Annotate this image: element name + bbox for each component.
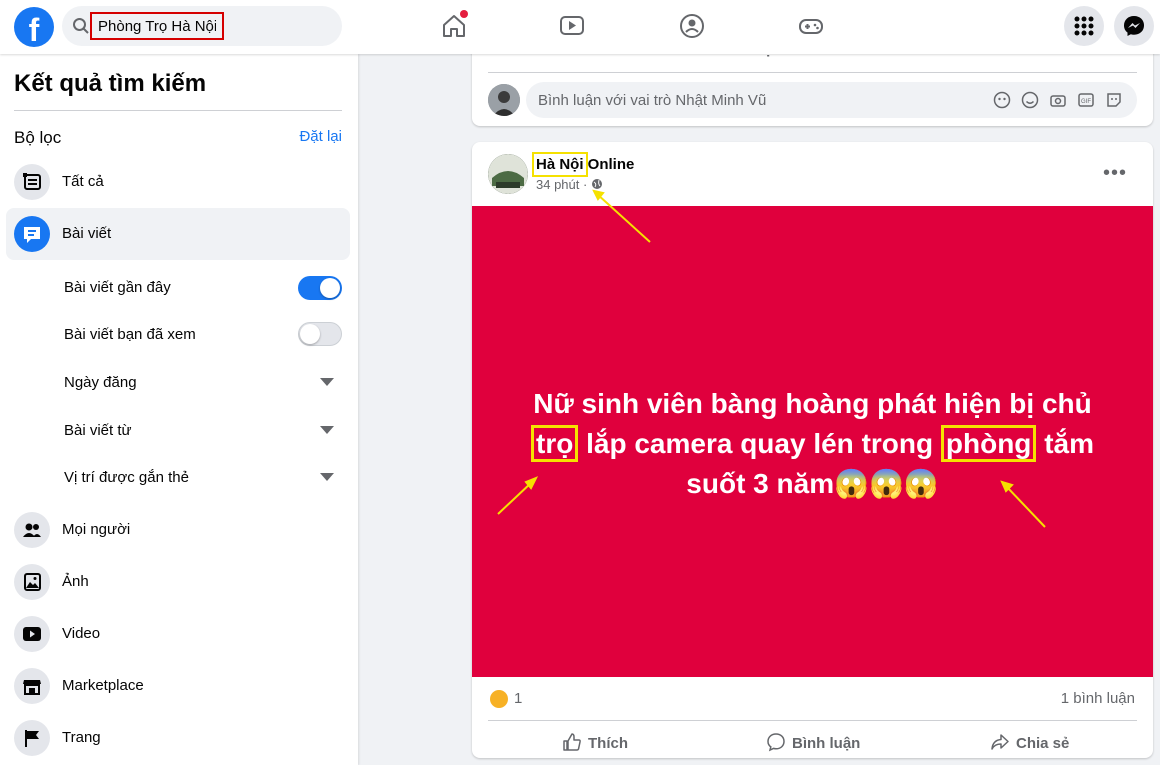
groups-icon[interactable] xyxy=(678,12,706,40)
menu-grid-button[interactable] xyxy=(1064,6,1104,46)
seen-posts-toggle[interactable] xyxy=(298,322,342,346)
search-results-sidebar: Kết quả tìm kiếm Bộ lọc Đặt lại Tất cả B… xyxy=(0,54,358,765)
page-avatar[interactable] xyxy=(488,154,528,194)
filter-seen-posts: Bài viết bạn đã xem xyxy=(64,326,196,343)
comment-label: Bình luận xyxy=(792,735,861,752)
post-headline: Nữ sinh viên bàng hoàng phát hiện bị chủ… xyxy=(492,384,1133,504)
share-label: Chia sẻ xyxy=(1016,735,1070,752)
post-timestamp[interactable]: 34 phút · xyxy=(536,177,603,192)
reaction-count: 1 xyxy=(514,690,523,707)
chevron-down-icon[interactable] xyxy=(320,378,334,386)
top-navigation-bar: f xyxy=(0,0,1160,54)
sidebar-item-label: Ảnh xyxy=(62,573,89,590)
menu-grid-icon xyxy=(1074,16,1094,36)
sidebar-item-label: Video xyxy=(62,625,101,642)
globe-icon xyxy=(591,179,602,189)
sidebar-item-label: Tất cả xyxy=(62,173,104,190)
reaction-summary[interactable]: 1 xyxy=(490,690,523,709)
post-card: Hà Nội Online 34 phút · ••• Nữ sinh viên… xyxy=(472,142,1153,758)
highlighted-word-tro: trọ xyxy=(531,425,579,462)
toggle-knob xyxy=(300,324,320,344)
recent-posts-toggle[interactable] xyxy=(298,276,342,300)
headline-line-2: trọ lắp camera quay lén trong phòng tắm xyxy=(492,424,1133,464)
divider xyxy=(488,72,1137,73)
wow-reaction-icon xyxy=(490,690,508,709)
avatar-sticker-icon[interactable] xyxy=(993,91,1011,109)
svg-text:GIF: GIF xyxy=(1081,99,1091,105)
sidebar-item-people[interactable]: Mọi người xyxy=(6,504,350,556)
pages-flag-icon xyxy=(14,720,50,756)
divider xyxy=(488,720,1137,721)
headline-line-2-mid: lắp camera quay lén trong xyxy=(578,428,941,459)
camera-icon[interactable] xyxy=(1049,91,1067,109)
like-icon xyxy=(563,733,581,751)
comments-count[interactable]: 1 bình luận xyxy=(1061,690,1135,707)
search-input[interactable] xyxy=(90,12,224,40)
all-results-icon xyxy=(14,164,50,200)
photos-icon xyxy=(14,564,50,600)
filter-date-posted[interactable]: Ngày đăng xyxy=(64,374,137,391)
search-icon xyxy=(73,18,89,34)
toggle-knob xyxy=(320,278,340,298)
reset-filters-link[interactable]: Đặt lại xyxy=(299,128,342,145)
people-icon xyxy=(14,512,50,548)
sidebar-title: Kết quả tìm kiếm xyxy=(14,70,207,97)
messenger-icon xyxy=(1124,16,1144,36)
posts-icon xyxy=(14,216,50,252)
highlighted-word-phong: phòng xyxy=(940,425,1037,462)
sidebar-item-label: Marketplace xyxy=(62,677,144,694)
marketplace-icon xyxy=(14,668,50,704)
like-button[interactable]: Thích xyxy=(562,732,628,752)
filter-tagged-location[interactable]: Vị trí được gắn thẻ xyxy=(64,469,189,486)
comment-button[interactable]: Bình luận xyxy=(766,732,860,752)
sidebar-item-photos[interactable]: Ảnh xyxy=(6,556,350,608)
highlighted-page-name: Hà Nội xyxy=(532,152,588,177)
chevron-down-icon[interactable] xyxy=(320,473,334,481)
avatar[interactable] xyxy=(488,84,520,116)
filter-label: Bộ lọc xyxy=(14,128,62,147)
page-name[interactable]: Hà Nội Online xyxy=(532,152,635,177)
share-icon xyxy=(991,734,1009,750)
sticker-icon[interactable] xyxy=(1105,91,1123,109)
page-name-rest: Online xyxy=(583,156,635,173)
share-button[interactable]: Chia sẻ xyxy=(990,732,1069,752)
video-icon xyxy=(14,616,50,652)
video-icon[interactable] xyxy=(558,12,586,40)
sidebar-item-video[interactable]: Video xyxy=(6,608,350,660)
gaming-icon[interactable] xyxy=(797,12,825,40)
gif-icon[interactable]: GIF xyxy=(1077,91,1095,109)
facebook-logo-icon[interactable]: f xyxy=(14,7,54,47)
sidebar-item-label: Trang xyxy=(62,729,101,746)
sidebar-item-all[interactable]: Tất cả xyxy=(6,156,350,208)
notification-dot xyxy=(460,10,468,18)
sidebar-divider xyxy=(14,110,342,111)
comment-tools: GIF xyxy=(993,91,1123,109)
headline-line-1: Nữ sinh viên bàng hoàng phát hiện bị chủ xyxy=(533,388,1092,419)
comment-placeholder: Bình luận với vai trò Nhật Minh Vũ xyxy=(538,92,767,109)
post-time-text: 34 phút · xyxy=(536,177,588,192)
filter-recent-posts: Bài viết gần đây xyxy=(64,279,171,296)
sidebar-item-posts[interactable]: Bài viết xyxy=(6,208,350,260)
comment-icon xyxy=(767,733,785,752)
post-image[interactable]: Nữ sinh viên bàng hoàng phát hiện bị chủ… xyxy=(472,206,1153,677)
sidebar-item-pages[interactable]: Trang xyxy=(6,712,350,764)
chevron-down-icon[interactable] xyxy=(320,426,334,434)
comment-input[interactable]: Bình luận với vai trò Nhật Minh Vũ GIF xyxy=(526,82,1137,118)
headline-line-2-end: tắm xyxy=(1036,428,1094,459)
headline-line-3: suốt 3 năm😱😱😱 xyxy=(686,468,939,499)
messenger-button[interactable] xyxy=(1114,6,1154,46)
sidebar-item-label: Mọi người xyxy=(62,521,131,538)
filter-posts-from[interactable]: Bài viết từ xyxy=(64,422,132,439)
sidebar-item-label: Bài viết xyxy=(62,225,112,242)
more-options-icon[interactable]: ••• xyxy=(1103,162,1127,185)
sidebar-item-marketplace[interactable]: Marketplace xyxy=(6,660,350,712)
like-label: Thích xyxy=(588,735,628,752)
emoji-icon[interactable] xyxy=(1021,91,1039,109)
